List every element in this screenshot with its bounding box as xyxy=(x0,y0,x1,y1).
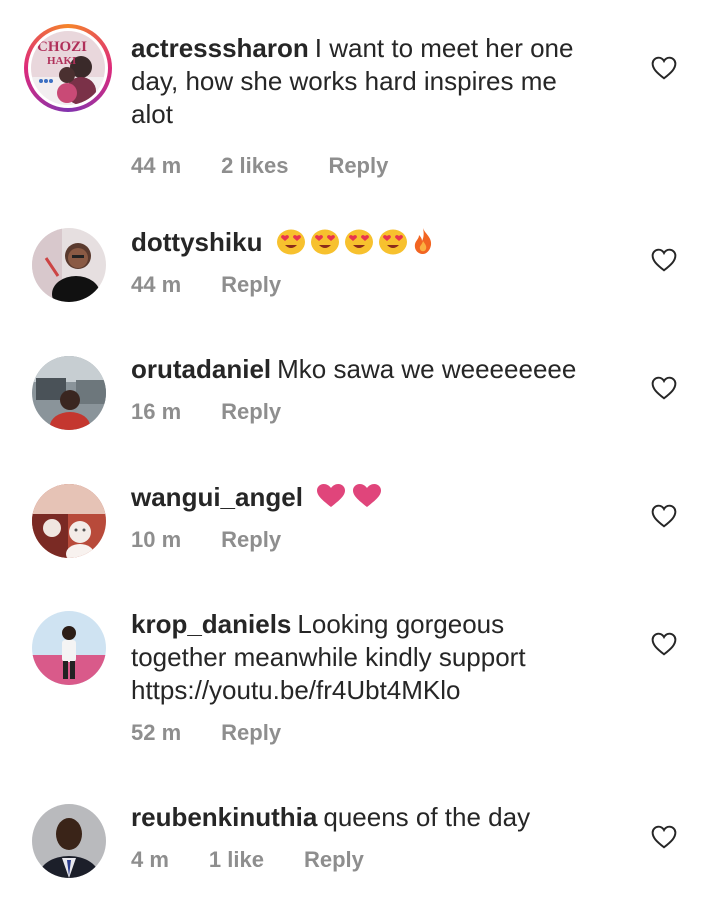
comment-emojis xyxy=(316,482,388,512)
comment-text: reubenkinuthia queens of the day xyxy=(131,801,601,834)
comment-body: reubenkinuthia queens of the day 4 m 1 li… xyxy=(131,801,601,873)
comment-content: queens of the day xyxy=(323,802,531,832)
comment-time: 4 m xyxy=(131,847,169,872)
comment-text: dottyshiku xyxy=(131,226,601,259)
avatar-logo-text: CHOZI xyxy=(37,39,87,55)
reply-button[interactable]: Reply xyxy=(304,847,364,873)
comment-meta: 44 m Reply xyxy=(131,272,601,298)
fire-emoji-icon xyxy=(414,228,431,254)
like-heart-icon[interactable] xyxy=(651,376,677,400)
reply-button[interactable]: Reply xyxy=(221,527,281,553)
avatar: CHOZI HAKI xyxy=(31,31,105,105)
comment-text: wangui_angel xyxy=(131,481,601,514)
reply-button[interactable]: Reply xyxy=(221,399,281,425)
heart-eyes-emoji-icon xyxy=(378,229,407,255)
avatar[interactable] xyxy=(32,484,106,558)
comment-time: 10 m xyxy=(131,527,182,552)
avatar[interactable] xyxy=(32,611,106,685)
comment-time: 44 m xyxy=(131,153,182,178)
comment-time: 52 m xyxy=(131,720,182,745)
heart-eyes-emoji-icon xyxy=(276,229,305,255)
avatar[interactable] xyxy=(32,804,106,878)
heart-eyes-emoji-icon xyxy=(310,229,339,255)
avatar[interactable] xyxy=(32,356,106,430)
comment-meta: 44 m 2 likes Reply xyxy=(131,153,601,179)
avatar-story-ring[interactable]: CHOZI HAKI xyxy=(24,24,112,112)
comment-content: Mko sawa we weeeeeeee xyxy=(277,354,577,384)
comment-time: 16 m xyxy=(131,399,182,424)
like-heart-icon[interactable] xyxy=(651,248,677,272)
comment-username[interactable]: wangui_angel xyxy=(131,482,303,512)
comment-text: orutadaniel Mko sawa we weeeeeeee xyxy=(131,353,601,386)
comment-text: actresssharon I want to meet her one day,… xyxy=(131,32,601,131)
comment-body: dottyshiku 44 m Reply xyxy=(131,226,601,298)
comment-username[interactable]: reubenkinuthia xyxy=(131,802,317,832)
pink-heart-emoji-icon xyxy=(317,484,346,507)
comment-time: 44 m xyxy=(131,272,182,297)
comment-username[interactable]: actresssharon xyxy=(131,33,309,63)
comment-body: wangui_angel 10 m Reply xyxy=(131,481,601,553)
like-heart-icon[interactable] xyxy=(651,825,677,849)
comment-meta: 10 m Reply xyxy=(131,527,601,553)
comment-meta: 4 m 1 like Reply xyxy=(131,847,601,873)
comment-meta: 52 m Reply xyxy=(131,720,601,746)
comment-likes[interactable]: 1 like xyxy=(209,847,264,873)
reply-button[interactable]: Reply xyxy=(221,720,281,746)
comment-body: orutadaniel Mko sawa we weeeeeeee 16 m Re… xyxy=(131,353,601,425)
reply-button[interactable]: Reply xyxy=(328,153,388,179)
comment-body: actresssharon I want to meet her one day,… xyxy=(131,32,601,179)
comment-likes[interactable]: 2 likes xyxy=(221,153,288,179)
reply-button[interactable]: Reply xyxy=(221,272,281,298)
comment-text: krop_daniels Looking gorgeous together me… xyxy=(131,608,601,707)
heart-eyes-emoji-icon xyxy=(344,229,373,255)
like-heart-icon[interactable] xyxy=(651,632,677,656)
pink-heart-emoji-icon xyxy=(353,484,382,507)
comment-body: krop_daniels Looking gorgeous together me… xyxy=(131,608,601,746)
avatar-ring-gap: CHOZI HAKI xyxy=(28,28,108,108)
comment-username[interactable]: krop_daniels xyxy=(131,609,291,639)
comment-emojis xyxy=(276,227,438,257)
like-heart-icon[interactable] xyxy=(651,504,677,528)
like-heart-icon[interactable] xyxy=(651,56,677,80)
avatar[interactable] xyxy=(32,228,106,302)
comment-username[interactable]: dottyshiku xyxy=(131,227,262,257)
comment-username[interactable]: orutadaniel xyxy=(131,354,271,384)
avatar-logo-text: HAKI xyxy=(47,55,76,67)
comment-meta: 16 m Reply xyxy=(131,399,601,425)
